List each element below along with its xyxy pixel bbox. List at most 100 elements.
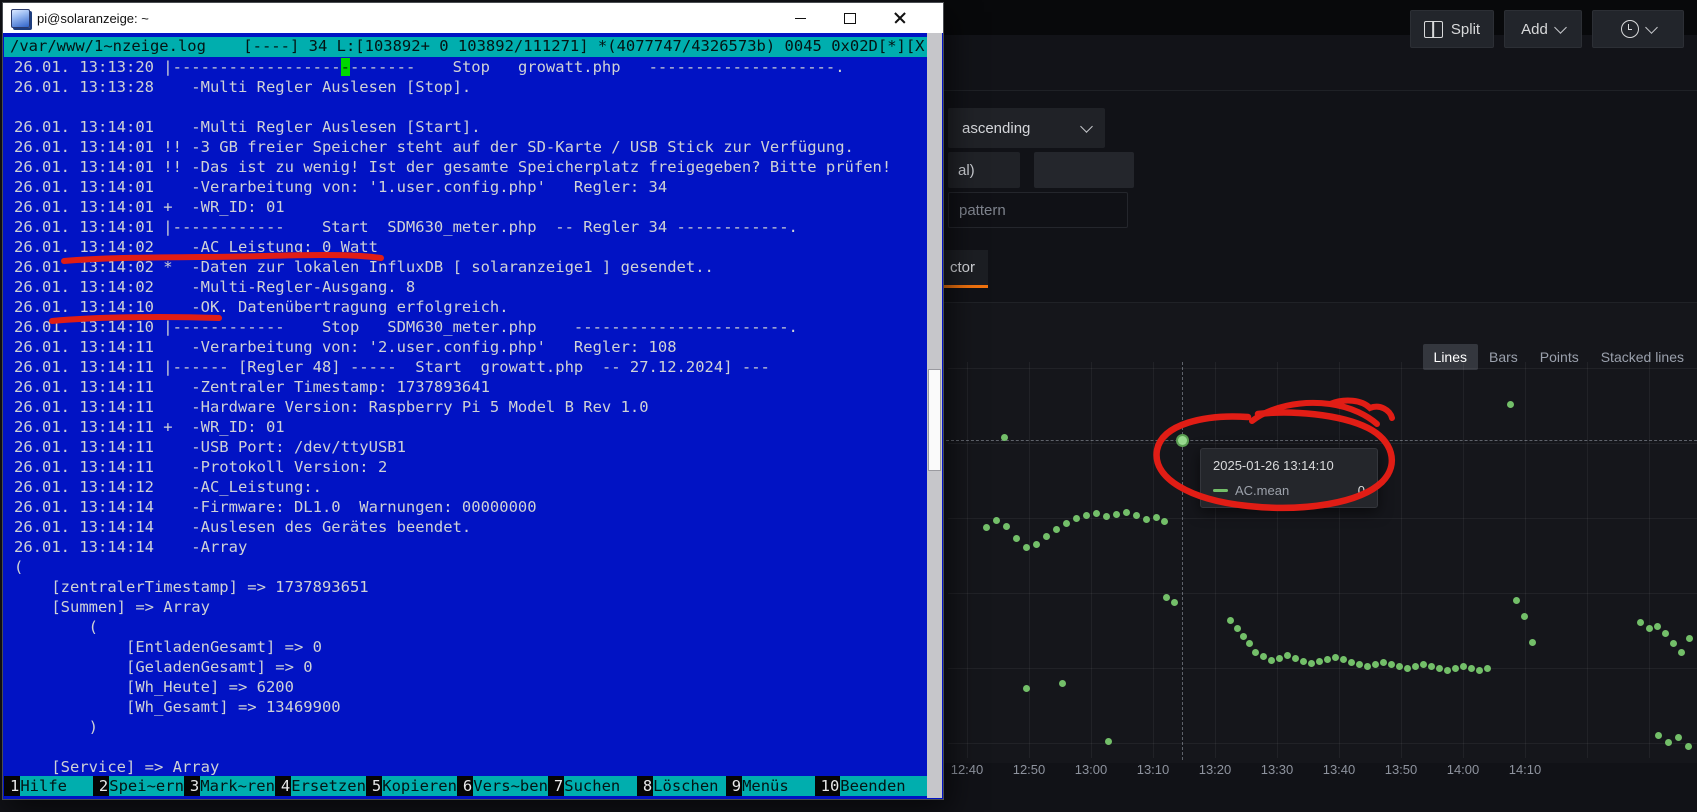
data-point — [1420, 661, 1427, 668]
series-color-swatch — [1213, 489, 1228, 492]
data-point — [1637, 619, 1644, 626]
terminal-log-line: 26.01. 13:14:10 -OK. Datenübertragung er… — [14, 297, 927, 317]
maximize-button[interactable] — [825, 3, 875, 33]
fn-key-4[interactable]: 4Ersetzen — [275, 776, 366, 796]
scrollbar[interactable] — [927, 33, 942, 798]
data-point — [1240, 633, 1247, 640]
fn-key-3[interactable]: 3Mark~ren — [184, 776, 275, 796]
fn-key-7[interactable]: 7Suchen — [548, 776, 637, 796]
terminal-log-line: [Wh_Heute] => 6200 — [14, 677, 927, 697]
terminal-log-line: 26.01. 13:14:11 |------ [Regler 48] ----… — [14, 357, 927, 377]
fn-key-9[interactable]: 9Menüs — [726, 776, 815, 796]
data-point — [1380, 659, 1387, 666]
hovered-data-point[interactable] — [1176, 434, 1189, 447]
gridline — [948, 368, 1697, 369]
data-point — [1284, 652, 1291, 659]
data-point — [1113, 511, 1120, 518]
data-point — [1452, 665, 1459, 672]
data-point — [1670, 640, 1677, 647]
scrollbar-thumb[interactable] — [928, 369, 941, 471]
terminal-log-line: 26.01. 13:14:01 !! -Das ist zu wenig! Is… — [14, 157, 927, 177]
titlebar[interactable]: pi@solaranzeige: ~ — [3, 3, 943, 33]
x-axis-tick: 14:00 — [1441, 762, 1485, 777]
minimize-button[interactable] — [775, 3, 825, 33]
terminal-log-line: [zentralerTimestamp] => 1737893651 — [14, 577, 927, 597]
fn-key-8[interactable]: 8Löschen — [637, 776, 726, 796]
gridline — [1153, 362, 1154, 758]
crosshair-horizontal — [946, 440, 1697, 441]
gridline — [1587, 362, 1588, 758]
fn-key-10[interactable]: 10Beenden — [815, 776, 927, 796]
fn-key-5[interactable]: 5Kopieren — [366, 776, 457, 796]
data-point — [1678, 649, 1685, 656]
gridline — [948, 668, 1697, 669]
data-point — [1348, 659, 1355, 666]
data-point — [1460, 663, 1467, 670]
chart-plot-area[interactable]: 2025-01-26 13:14:10 AC.mean 0 12:4012:50… — [944, 0, 1697, 812]
data-point — [1105, 738, 1112, 745]
gridline — [1525, 362, 1526, 758]
terminal-log-line: ( — [14, 617, 927, 637]
gridline — [1401, 362, 1402, 758]
terminal-body[interactable]: /var/www/1~nzeige.log [----] 34 L:[10389… — [4, 33, 927, 798]
data-point — [1356, 661, 1363, 668]
data-point — [1292, 655, 1299, 662]
data-point — [1308, 660, 1315, 667]
terminal-log-line: 26.01. 13:14:11 -USB Port: /dev/ttyUSB1 — [14, 437, 927, 457]
terminal-log-line: 26.01. 13:13:28 -Multi Regler Auslesen [… — [14, 77, 927, 97]
data-point — [1484, 665, 1491, 672]
x-axis-tick: 13:50 — [1379, 762, 1423, 777]
x-axis-tick: 13:40 — [1317, 762, 1361, 777]
x-axis-tick: 14:10 — [1503, 762, 1547, 777]
x-axis-tick: 13:30 — [1255, 762, 1299, 777]
data-point — [1655, 732, 1662, 739]
data-point — [1665, 739, 1672, 746]
data-point — [1388, 661, 1395, 668]
data-point — [1372, 661, 1379, 668]
fn-key-1[interactable]: 1Hilfe — [4, 776, 93, 796]
terminal-log-line: 26.01. 13:13:20 |-----------------------… — [14, 57, 927, 77]
data-point — [1043, 533, 1050, 540]
data-point — [1324, 656, 1331, 663]
terminal-log-line: 26.01. 13:14:14 -Array — [14, 537, 927, 557]
data-point — [1476, 667, 1483, 674]
data-point — [1059, 680, 1066, 687]
tooltip-timestamp: 2025-01-26 13:14:10 — [1213, 458, 1365, 473]
data-point — [1093, 510, 1100, 517]
gridline — [1215, 362, 1216, 758]
terminal-log-line — [14, 97, 927, 117]
data-point — [1675, 734, 1682, 741]
window-title: pi@solaranzeige: ~ — [37, 11, 149, 26]
data-point — [1513, 597, 1520, 604]
minimize-icon — [795, 18, 806, 19]
terminal-log-line: 26.01. 13:14:11 -Verarbeitung von: '2.us… — [14, 337, 927, 357]
chart-tooltip: 2025-01-26 13:14:10 AC.mean 0 — [1200, 448, 1378, 508]
data-point — [1153, 514, 1160, 521]
gridline — [967, 362, 968, 758]
close-button[interactable] — [875, 3, 925, 33]
terminal-log-line: 26.01. 13:14:02 -Multi-Regler-Ausgang. 8 — [14, 277, 927, 297]
x-axis-tick: 13:10 — [1131, 762, 1175, 777]
gridline — [1029, 362, 1030, 758]
statusline-flags: [*][X] — [878, 37, 927, 57]
gridline — [1463, 362, 1464, 758]
x-axis-tick: 13:00 — [1069, 762, 1113, 777]
data-point — [1133, 512, 1140, 519]
terminal-log-line: 26.01. 13:14:01 -Verarbeitung von: '1.us… — [14, 177, 927, 197]
data-point — [1412, 663, 1419, 670]
data-point — [983, 524, 990, 531]
fn-key-6[interactable]: 6Vers~ben — [457, 776, 548, 796]
data-point — [1246, 640, 1253, 647]
gridline — [1091, 362, 1092, 758]
data-point — [1073, 515, 1080, 522]
terminal-log-line: 26.01. 13:14:10 |------------ Stop SDM63… — [14, 317, 927, 337]
terminal-log-line: [Service] => Array — [14, 757, 927, 777]
data-point — [1252, 649, 1259, 656]
data-point — [1529, 639, 1536, 646]
gridline — [948, 593, 1697, 594]
fn-key-2[interactable]: 2Spei~ern — [93, 776, 184, 796]
gridline — [948, 443, 1697, 444]
tooltip-series-value: 0 — [1358, 483, 1365, 498]
data-point — [1404, 665, 1411, 672]
terminal-log-line: 26.01. 13:14:11 -Protokoll Version: 2 — [14, 457, 927, 477]
